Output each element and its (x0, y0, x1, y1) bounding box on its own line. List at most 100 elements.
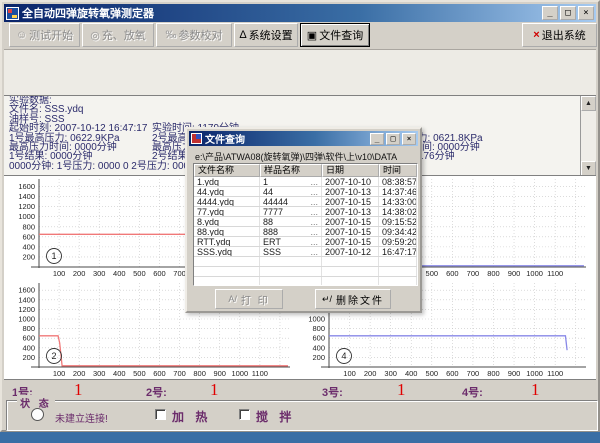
table-cell: 44444... (260, 197, 322, 206)
table-cell: 888... (260, 227, 322, 236)
svg-text:1000: 1000 (18, 315, 35, 324)
svg-text:100: 100 (53, 269, 66, 278)
table-row[interactable]: 44.ydq44...2007-10-1314:37:46 (194, 187, 417, 197)
toolbar: ☺测试开始◎充、放氧‰参数校对Δ系统设置▣文件查询 × 退出系统 (4, 22, 596, 49)
svg-text:1000: 1000 (308, 315, 325, 324)
toolbar-button-label: 测试开始 (29, 27, 73, 43)
svg-text:1200: 1200 (18, 305, 35, 314)
minimize-button[interactable]: _ (542, 6, 558, 20)
connection-indicator-icon (31, 408, 44, 421)
svg-text:900: 900 (213, 369, 226, 378)
table-cell: ERT... (260, 237, 322, 246)
toolbar-button-smiley-start[interactable]: ☺测试开始 (9, 23, 80, 47)
bomb-3-value: 1 (397, 380, 406, 400)
table-cell (322, 277, 379, 286)
table-cell: RTT.ydq (194, 237, 260, 246)
svg-text:800: 800 (487, 369, 500, 378)
toolbar-button-label: 文件查询 (319, 27, 363, 43)
dialog-title-bar[interactable]: 文件查询 _ □ × (189, 131, 418, 146)
toolbar-button-label: 系统设置 (249, 27, 293, 43)
blank-panel (4, 49, 596, 95)
table-row (194, 267, 417, 277)
exit-system-button[interactable]: × 退出系统 (522, 23, 597, 47)
table-row[interactable]: 8.ydq88...2007-10-1509:15:52 (194, 217, 417, 227)
svg-text:600: 600 (22, 232, 35, 241)
svg-text:600: 600 (446, 269, 459, 278)
svg-text:1000: 1000 (526, 269, 543, 278)
table-cell: SSS... (260, 247, 322, 256)
file-query-dialog: 文件查询 _ □ × e:\产品\ATWA08(旋转氧弹)\四弹\软件\上\v1… (185, 127, 422, 313)
delete-file-button[interactable]: ↵/ 删除文件 (315, 289, 391, 309)
title-bar[interactable]: 全自动四弹旋转氧弹测定器 _ □ × (4, 4, 596, 22)
column-header[interactable]: 日期 (322, 164, 379, 177)
dialog-icon (191, 133, 202, 144)
table-cell: 16:47:17 (379, 247, 417, 256)
table-cell: SSS.ydq (194, 247, 260, 256)
table-cell: 09:15:52 (379, 217, 417, 226)
svg-text:1: 1 (51, 251, 56, 261)
toolbar-button-label: 参数校对 (179, 27, 223, 43)
column-header[interactable]: 文件名称 (194, 164, 260, 177)
table-cell: 88... (260, 217, 322, 226)
svg-text:1400: 1400 (18, 192, 35, 201)
clipped-data-line: 0000分钟: 1号压力: 0000 0 2号压力: 0000 (9, 162, 195, 172)
table-cell: 2007-10-13 (322, 207, 379, 216)
svg-text:1100: 1100 (547, 269, 563, 278)
toolbar-button-oxygen-valve[interactable]: ◎充、放氧 (82, 23, 154, 47)
ellipsis-icon: ... (310, 227, 318, 236)
maximize-button[interactable]: □ (560, 6, 576, 20)
app-icon (6, 7, 19, 20)
table-cell: 7777... (260, 207, 322, 216)
file-query-icon: ▣ (307, 29, 317, 42)
window-title: 全自动四弹旋转氧弹测定器 (22, 5, 540, 21)
table-row[interactable]: SSS.ydqSSS...2007-10-1216:47:17 (194, 247, 417, 257)
heat-label: 加 热 (172, 408, 211, 425)
toolbar-button-parameter-check[interactable]: ‰参数校对 (156, 23, 232, 47)
table-cell: 1.ydq (194, 177, 260, 186)
table-cell: 1... (260, 177, 322, 186)
file-table[interactable]: 文件名称样品名称日期时间 1.ydq1...2007-10-1008:38:57… (193, 163, 418, 286)
column-header[interactable]: 时间 (379, 164, 417, 177)
column-header[interactable]: 样品名称 (260, 164, 322, 177)
svg-text:600: 600 (153, 369, 166, 378)
svg-text:700: 700 (467, 269, 480, 278)
table-row[interactable]: 77.ydq7777...2007-10-1314:38:02 (194, 207, 417, 217)
table-cell: 2007-10-12 (322, 247, 379, 256)
dialog-maximize-button[interactable]: □ (386, 133, 400, 145)
bell-settings-icon: Δ (239, 29, 246, 41)
toolbar-button-label: 充、放氧 (102, 27, 146, 43)
svg-text:700: 700 (173, 269, 186, 278)
svg-text:2: 2 (51, 351, 56, 361)
print-button[interactable]: A/ 打 印 (215, 289, 283, 309)
svg-text:1100: 1100 (252, 369, 268, 378)
table-cell: 8.ydq (194, 217, 260, 226)
heat-checkbox[interactable] (155, 409, 166, 420)
svg-text:1200: 1200 (18, 202, 35, 211)
svg-text:500: 500 (133, 369, 146, 378)
table-row[interactable]: 1.ydq1...2007-10-1008:38:57 (194, 177, 417, 187)
toolbar-button-file-query[interactable]: ▣文件查询 (300, 23, 370, 47)
svg-text:700: 700 (173, 369, 186, 378)
scroll-down-icon[interactable]: ▼ (581, 161, 596, 175)
connection-status-text: 未建立连接! (55, 410, 108, 425)
svg-text:200: 200 (364, 369, 377, 378)
svg-text:700: 700 (467, 369, 480, 378)
scroll-up-icon[interactable]: ▲ (581, 96, 596, 111)
bomb-4-value: 1 (531, 380, 540, 400)
toolbar-button-bell-settings[interactable]: Δ系统设置 (234, 23, 298, 47)
dialog-close-button[interactable]: × (402, 133, 416, 145)
table-row[interactable]: RTT.ydqERT...2007-10-1509:59:20 (194, 237, 417, 247)
status-groupbox: 状 态 未建立连接! 加 热 搅 拌 (6, 400, 598, 431)
data-panel-scrollbar[interactable]: ▲ ▼ (580, 96, 596, 175)
svg-text:500: 500 (133, 269, 146, 278)
table-cell (194, 277, 260, 286)
svg-text:100: 100 (53, 369, 66, 378)
table-cell (379, 277, 417, 286)
table-row[interactable]: 88.ydq888...2007-10-1509:34:42 (194, 227, 417, 237)
stir-checkbox[interactable] (239, 409, 250, 420)
table-row[interactable]: 4444.ydq44444...2007-10-1514:33:00 (194, 197, 417, 207)
dialog-minimize-button[interactable]: _ (370, 133, 384, 145)
table-cell (260, 257, 322, 266)
close-button[interactable]: × (578, 6, 594, 20)
svg-text:200: 200 (22, 353, 35, 362)
